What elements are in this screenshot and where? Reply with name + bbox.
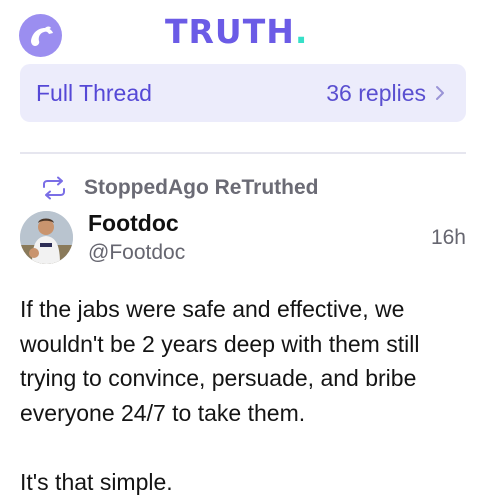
replies-count: 36 replies [326,79,426,106]
logo-dot: . [294,12,309,51]
post-paragraph-2: It's that simple. [20,468,173,495]
eagle-icon[interactable] [19,14,62,57]
retruth-label[interactable]: StoppedAgo ReTruthed [84,176,319,200]
retruth-icon [43,176,65,200]
post-body: If the jabs were safe and effective, we … [20,292,470,499]
post-paragraph-1: If the jabs were safe and effective, we … [20,296,420,426]
divider [20,152,466,154]
top-bar: TRUTH. [0,0,487,64]
author-avatar[interactable] [20,211,73,264]
truth-logo: TRUTH. [165,12,308,52]
logo-text: TRUTH [165,12,295,51]
retruth-indicator: StoppedAgo ReTruthed [40,174,319,202]
author-handle[interactable]: @Footdoc [88,241,185,265]
full-thread-bar[interactable]: Full Thread 36 replies [20,64,466,122]
replies-count-link[interactable]: 36 replies [326,80,446,107]
post-time: 16h [430,226,466,249]
author-name[interactable]: Footdoc [88,210,179,237]
chevron-right-icon [436,86,444,100]
full-thread-label: Full Thread [36,79,152,106]
